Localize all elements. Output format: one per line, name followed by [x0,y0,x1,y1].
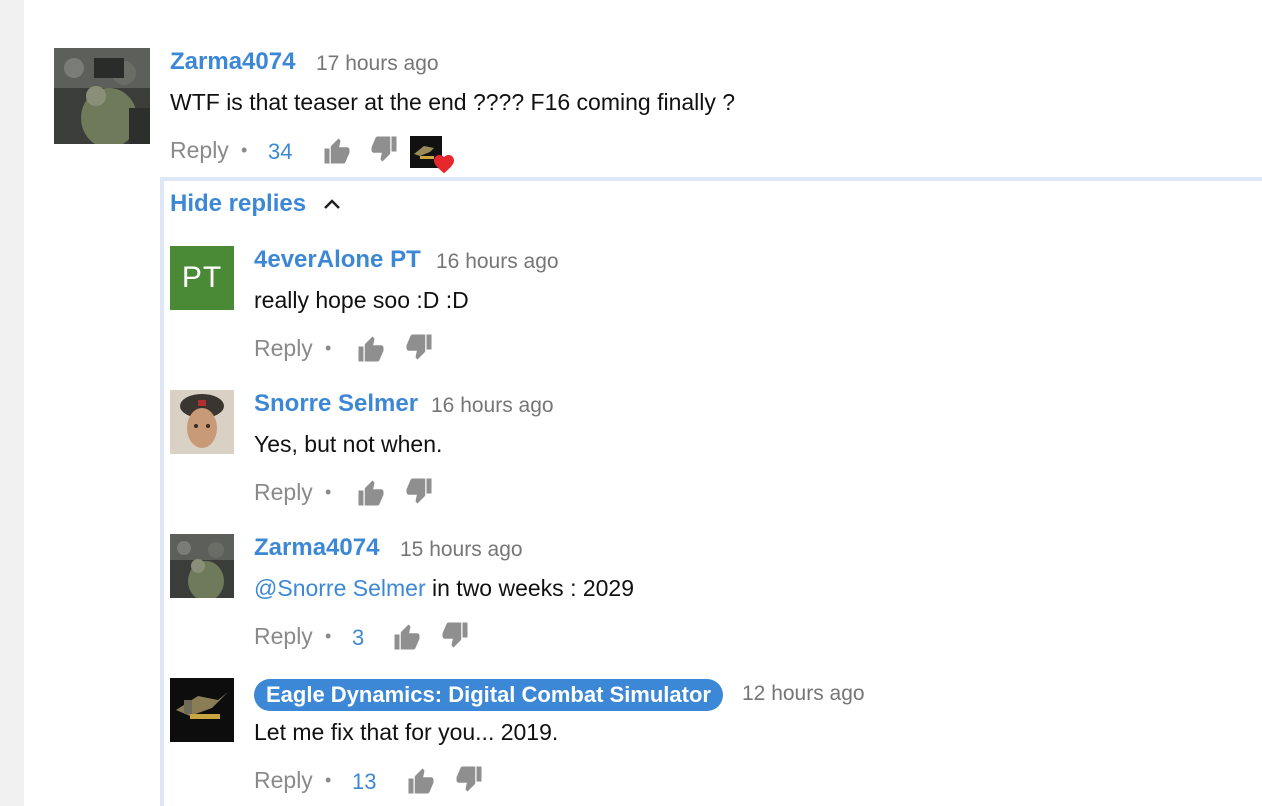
comment-author[interactable]: Zarma4074 [254,534,379,562]
thumbs-up-icon[interactable] [356,334,386,364]
separator-dot: • [325,626,332,646]
separator-dot: • [325,338,332,358]
separator-dot: • [325,770,332,790]
avatar[interactable] [170,390,234,454]
comment-author[interactable]: Snorre Selmer [254,390,418,418]
thumbs-down-icon[interactable] [440,620,470,650]
channel-owner-badge[interactable]: Eagle Dynamics: Digital Combat Simulator [254,679,723,711]
comment-text-rest: in two weeks : 2029 [425,575,635,601]
avatar-initials: PT [181,261,223,294]
reply-button[interactable]: Reply [254,767,313,794]
thumbs-down-icon[interactable] [369,134,399,164]
comment-text: WTF is that teaser at the end ???? F16 c… [170,89,736,115]
comment-time[interactable]: 16 hours ago [431,394,554,418]
avatar[interactable] [170,534,234,598]
thumbs-up-icon[interactable] [406,766,436,796]
hide-replies-button[interactable]: Hide replies [170,190,306,218]
reply-button[interactable]: Reply [170,137,229,164]
avatar[interactable] [54,48,150,144]
thumbs-down-icon[interactable] [454,764,484,794]
reply-button[interactable]: Reply [254,479,313,506]
thumbs-up-icon[interactable] [322,136,352,166]
reply-button[interactable]: Reply [254,623,313,650]
comment-author[interactable]: Zarma4074 [170,48,295,76]
avatar[interactable]: PT [170,246,234,310]
reply-button[interactable]: Reply [254,335,313,362]
thumbs-down-icon[interactable] [404,332,434,362]
like-count: 3 [352,625,365,650]
comment-text: Let me fix that for you... 2019. [254,719,559,745]
comment-text: @Snorre Selmer in two weeks : 2029 [254,575,634,602]
separator-dot: • [241,140,248,160]
comment-author[interactable]: 4everAlone PT [254,246,421,274]
like-count: 13 [352,769,377,794]
comment-time[interactable]: 16 hours ago [436,250,559,274]
separator-dot: • [325,482,332,502]
comment-time[interactable]: 15 hours ago [400,538,523,562]
left-gutter [0,0,24,806]
thumbs-up-icon[interactable] [392,622,422,652]
comment-text: Yes, but not when. [254,431,443,457]
comment-time[interactable]: 12 hours ago [742,682,865,706]
avatar[interactable] [170,678,234,742]
user-mention-link[interactable]: @Snorre Selmer [254,575,426,601]
heart-icon [431,152,457,174]
comment-text: really hope soo :D :D [254,287,469,313]
comment-time[interactable]: 17 hours ago [316,52,439,76]
thumbs-down-icon[interactable] [404,476,434,506]
thumbs-up-icon[interactable] [356,478,386,508]
chevron-up-icon[interactable] [322,196,342,212]
like-count: 34 [268,139,293,164]
